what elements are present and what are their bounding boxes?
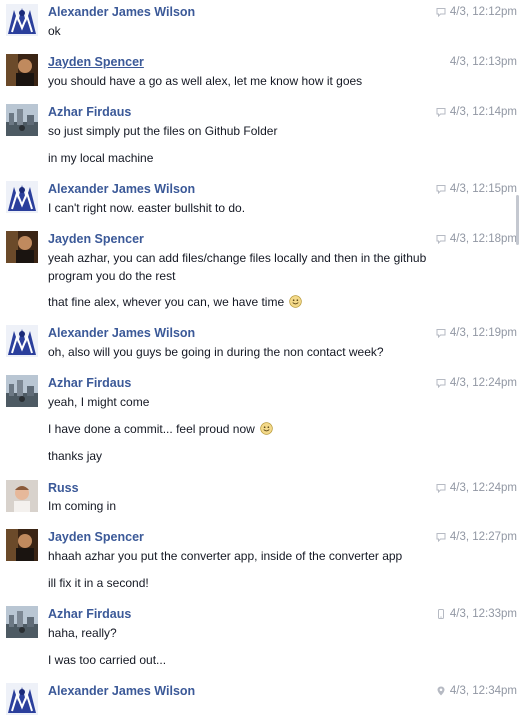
message-text: so just simply put the files on Github F… bbox=[48, 123, 448, 140]
message-text: Im coming in bbox=[48, 498, 448, 515]
message-text: I can't right now. easter bullshit to do… bbox=[48, 200, 448, 217]
message-meta: 4/3, 12:27pm bbox=[436, 531, 517, 543]
avatar[interactable] bbox=[6, 683, 38, 715]
message-text: you should have a go as well alex, let m… bbox=[48, 73, 448, 90]
chat-bubble-icon bbox=[436, 329, 446, 338]
message-text-content: I have done a commit... feel proud now bbox=[48, 422, 255, 436]
sender-name[interactable]: Azhar Firdaus bbox=[48, 105, 131, 119]
timestamp: 4/3, 12:24pm bbox=[449, 377, 517, 389]
message-text-content: you should have a go as well alex, let m… bbox=[48, 74, 363, 88]
smiley-emoji-icon bbox=[260, 422, 273, 435]
avatar[interactable] bbox=[6, 529, 38, 561]
message-text-content: hhaah azhar you put the converter app, i… bbox=[48, 549, 403, 563]
message-text-content: I can't right now. easter bullshit to do… bbox=[48, 201, 246, 215]
avatar[interactable] bbox=[6, 104, 38, 136]
message-meta: 4/3, 12:13pm bbox=[450, 56, 517, 68]
avatar[interactable] bbox=[6, 325, 38, 357]
message-text-content: oh, also will you guys be going in durin… bbox=[48, 345, 384, 359]
message-text: program you do the rest bbox=[48, 268, 448, 285]
message-meta: 4/3, 12:12pm bbox=[436, 6, 517, 18]
message-text-content: thanks jay bbox=[48, 449, 103, 463]
message-text-content: I was too carried out... bbox=[48, 653, 167, 667]
avatar[interactable] bbox=[6, 375, 38, 407]
chat-bubble-icon bbox=[436, 108, 446, 117]
sender-name[interactable]: Jayden Spencer bbox=[48, 530, 144, 544]
sender-name[interactable]: Alexander James Wilson bbox=[48, 182, 195, 196]
message-meta: 4/3, 12:24pm bbox=[436, 482, 517, 494]
sender-name[interactable]: Azhar Firdaus bbox=[48, 607, 131, 621]
chat-bubble-icon bbox=[436, 235, 446, 244]
message-text: I have done a commit... feel proud now bbox=[48, 421, 448, 438]
sender-name[interactable]: Alexander James Wilson bbox=[48, 684, 195, 698]
sender-name[interactable]: Azhar Firdaus bbox=[48, 376, 131, 390]
sender-name[interactable]: Jayden Spencer bbox=[48, 232, 144, 246]
message-meta: 4/3, 12:19pm bbox=[436, 327, 517, 339]
message-text: ill fix it in a second! bbox=[48, 575, 448, 592]
message-meta: 4/3, 12:33pm bbox=[436, 608, 517, 620]
timestamp: 4/3, 12:33pm bbox=[449, 608, 517, 620]
message-text-content: so just simply put the files on Github F… bbox=[48, 124, 278, 138]
avatar[interactable] bbox=[6, 480, 38, 512]
message-text: haha, really? bbox=[48, 625, 448, 642]
chat-bubble-icon bbox=[436, 484, 446, 493]
message-text: yeah, I might come bbox=[48, 394, 448, 411]
avatar[interactable] bbox=[6, 54, 38, 86]
timestamp: 4/3, 12:12pm bbox=[449, 6, 517, 18]
message-text: hhaah azhar you put the converter app, i… bbox=[48, 548, 448, 565]
chat-bubble-icon bbox=[436, 185, 446, 194]
sender-name[interactable]: Jayden Spencer bbox=[48, 55, 144, 69]
avatar[interactable] bbox=[6, 4, 38, 36]
location-pin-icon bbox=[437, 686, 445, 696]
message-text-content: program you do the rest bbox=[48, 269, 176, 283]
timestamp: 4/3, 12:15pm bbox=[449, 183, 517, 195]
message-text: that fine alex, whever you can, we have … bbox=[48, 294, 448, 311]
message-text-content: ill fix it in a second! bbox=[48, 576, 149, 590]
message-meta: 4/3, 12:14pm bbox=[436, 106, 517, 118]
message-meta: 4/3, 12:15pm bbox=[436, 183, 517, 195]
sender-name[interactable]: Russ bbox=[48, 481, 79, 495]
timestamp: 4/3, 12:19pm bbox=[449, 327, 517, 339]
avatar[interactable] bbox=[6, 231, 38, 263]
message-text-content: in my local machine bbox=[48, 151, 154, 165]
avatar[interactable] bbox=[6, 606, 38, 638]
chat-bubble-icon bbox=[436, 8, 446, 17]
sender-name[interactable]: Alexander James Wilson bbox=[48, 326, 195, 340]
message-text-content: haha, really? bbox=[48, 626, 117, 640]
chat-bubble-icon bbox=[436, 533, 446, 542]
avatar[interactable] bbox=[6, 181, 38, 213]
sender-name[interactable]: Alexander James Wilson bbox=[48, 5, 195, 19]
timestamp: 4/3, 12:27pm bbox=[449, 531, 517, 543]
timestamp: 4/3, 12:14pm bbox=[449, 106, 517, 118]
message-text-content: yeah, I might come bbox=[48, 395, 150, 409]
message-text: yeah azhar, you can add files/change fil… bbox=[48, 250, 448, 267]
message-text: oh, also will you guys be going in durin… bbox=[48, 344, 448, 361]
message-meta: 4/3, 12:18pm bbox=[436, 233, 517, 245]
smiley-emoji-icon bbox=[289, 295, 303, 308]
message-text: in my local machine bbox=[48, 150, 448, 167]
timestamp: 4/3, 12:34pm bbox=[449, 685, 517, 697]
timestamp: 4/3, 12:24pm bbox=[449, 482, 517, 494]
message-text: thanks jay bbox=[48, 448, 448, 465]
message-meta: 4/3, 12:34pm bbox=[436, 685, 517, 697]
message-text-content: ok bbox=[48, 24, 61, 38]
message-text-content: yeah azhar, you can add files/change fil… bbox=[48, 251, 427, 265]
message-meta: 4/3, 12:24pm bbox=[436, 377, 517, 389]
message-text-content: that fine alex, whever you can, we have … bbox=[48, 295, 285, 309]
mobile-phone-icon bbox=[437, 609, 444, 619]
message-text: ok bbox=[48, 23, 448, 40]
message-text-content: Im coming in bbox=[48, 499, 117, 513]
timestamp: 4/3, 12:18pm bbox=[449, 233, 517, 245]
message-text: I was too carried out... bbox=[48, 652, 448, 669]
timestamp: 4/3, 12:13pm bbox=[449, 56, 517, 68]
chat-bubble-icon bbox=[436, 379, 446, 388]
